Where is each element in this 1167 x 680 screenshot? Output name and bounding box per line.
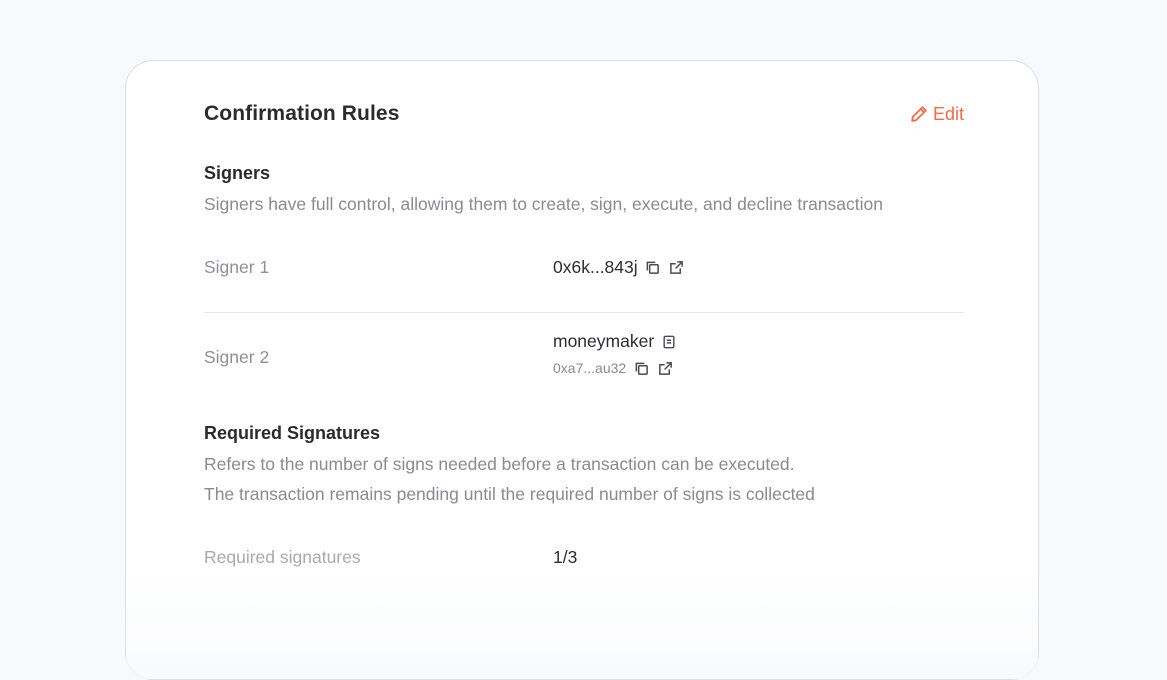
signers-section-description: Signers have full control, allowing them…	[204, 194, 883, 214]
required-signatures-value: 1/3	[553, 547, 578, 567]
edit-button[interactable]: Edit	[909, 104, 964, 125]
card-title: Confirmation Rules	[204, 102, 400, 125]
signer-address-group: 0xa7...au32	[553, 359, 674, 377]
pencil-icon	[909, 104, 929, 124]
signer-address: 0x6k...843j	[553, 257, 638, 277]
card-header: Confirmation Rules Edit	[204, 101, 964, 127]
row-divider	[204, 312, 964, 313]
signer-name: moneymaker	[553, 331, 655, 351]
required-signatures-description-line-2: The transaction remains pending until th…	[204, 484, 815, 504]
copy-icon[interactable]	[644, 259, 662, 277]
confirmation-rules-card: Confirmation Rules Edit Signers Signers …	[125, 60, 1039, 680]
required-signatures-description-line-1: Refers to the number of signs needed bef…	[204, 454, 795, 474]
required-signatures-label: Required signatures	[204, 547, 361, 567]
signer-address: 0xa7...au32	[553, 360, 627, 376]
edit-button-label: Edit	[932, 103, 964, 124]
note-icon[interactable]	[660, 333, 678, 351]
signer-label: Signer 2	[204, 347, 270, 367]
signers-section-title: Signers	[204, 163, 271, 183]
signer-name-group: moneymaker	[553, 331, 678, 352]
external-link-icon[interactable]	[668, 259, 686, 277]
copy-icon[interactable]	[632, 359, 650, 377]
external-link-icon[interactable]	[656, 359, 674, 377]
signer-label: Signer 1	[204, 257, 270, 277]
bottom-fade	[126, 569, 1038, 679]
required-signatures-section-title: Required Signatures	[204, 423, 381, 443]
signer-address-group: 0x6k...843j	[553, 257, 686, 278]
